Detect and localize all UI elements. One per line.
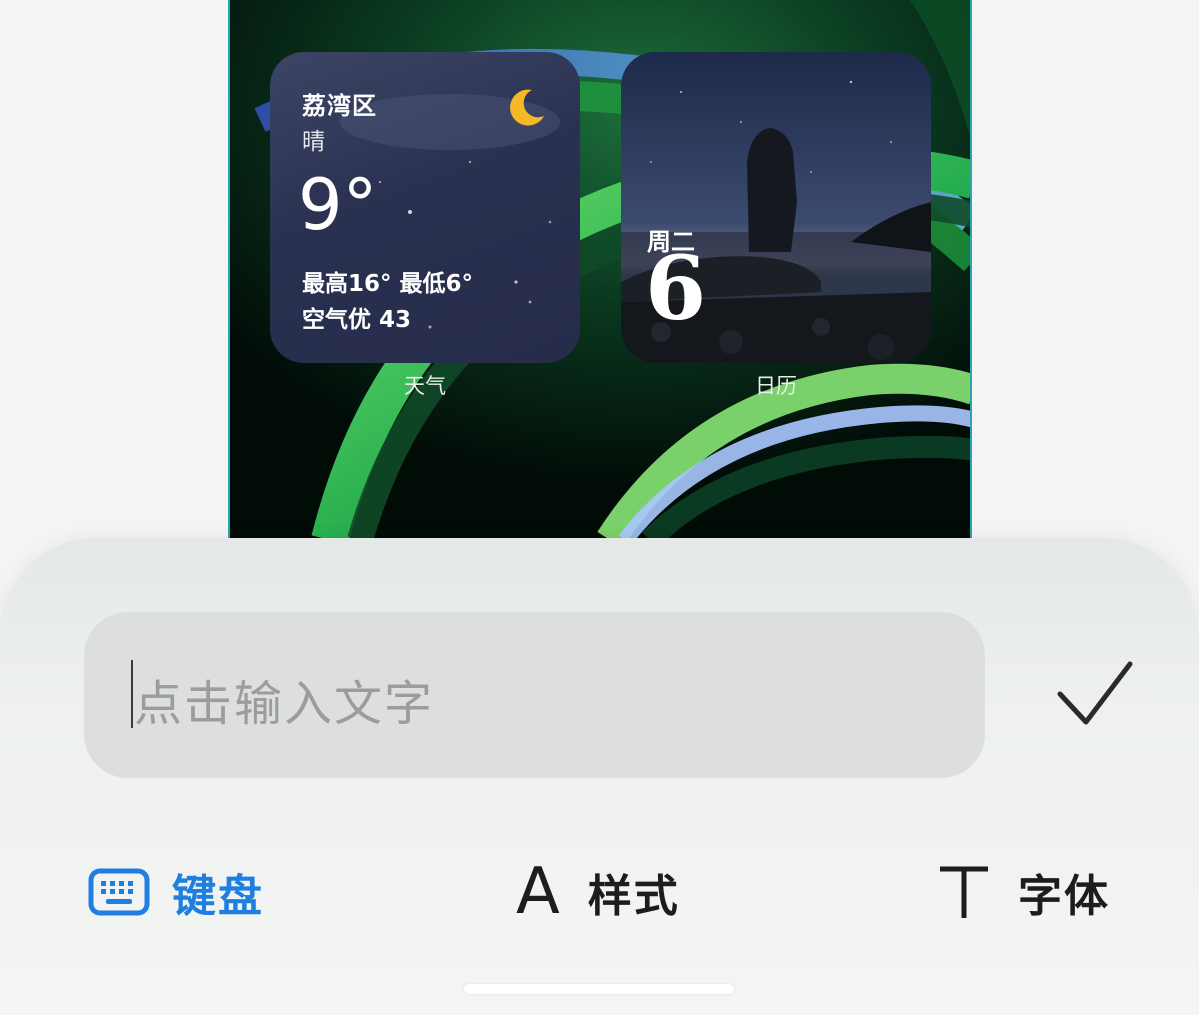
home-indicator[interactable] <box>464 984 734 994</box>
style-a-icon: A <box>516 855 560 929</box>
style-tab[interactable]: A 样式 <box>516 860 680 924</box>
text-cursor <box>131 660 133 728</box>
weather-condition: 晴 <box>302 129 325 155</box>
crescent-moon-icon <box>510 89 544 126</box>
weather-widget[interactable]: 荔湾区 晴 9° 最高16° 最低6° 空气优 43 <box>270 52 580 363</box>
home-screen-preview: 荔湾区 晴 9° 最高16° 最低6° 空气优 43 天气 周二 6 日历 <box>228 0 972 540</box>
text-input-placeholder: 点击输入文字 <box>134 676 435 732</box>
calendar-day: 6 <box>645 236 707 340</box>
weather-temperature: 9° <box>298 164 378 246</box>
weather-location: 荔湾区 <box>302 92 377 120</box>
keyboard-icon <box>88 868 150 916</box>
weather-widget-label: 天气 <box>404 374 446 398</box>
checkmark-icon[interactable] <box>1052 656 1136 730</box>
calendar-widget-label: 日历 <box>755 374 797 398</box>
style-tab-label: 样式 <box>587 871 680 922</box>
font-tab-label: 字体 <box>1018 871 1110 922</box>
text-t-icon <box>940 866 988 918</box>
weather-air-quality: 空气优 43 <box>302 307 412 333</box>
font-tab[interactable]: 字体 <box>936 860 1110 924</box>
text-widget-editor: 荔湾区 晴 9° 最高16° 最低6° 空气优 43 天气 周二 6 日历 点击… <box>0 0 1199 1015</box>
keyboard-tab-label: 键盘 <box>172 871 264 922</box>
keyboard-tab[interactable]: 键盘 <box>88 860 264 924</box>
calendar-widget[interactable]: 周二 6 <box>621 52 931 363</box>
weather-range: 最高16° 最低6° <box>302 271 474 297</box>
